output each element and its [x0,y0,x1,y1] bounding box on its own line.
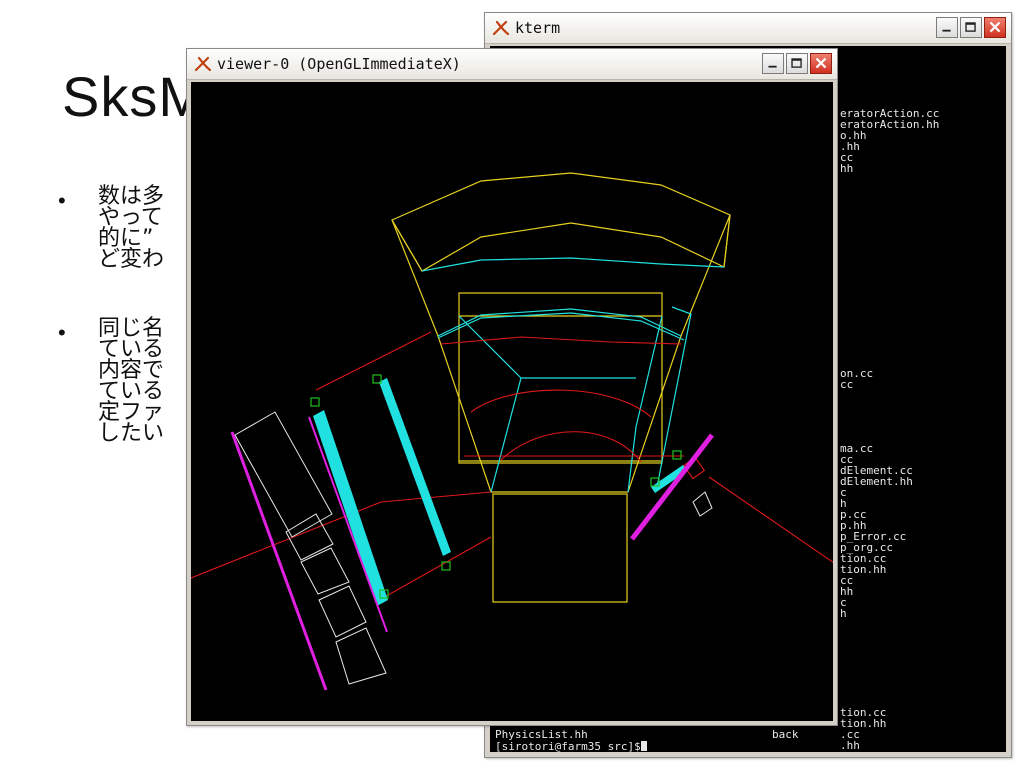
terminal-prompt[interactable]: [sirotori@farm35 src]$ [495,740,647,752]
close-icon [815,57,827,69]
detector-geometry [190,172,838,691]
minimize-icon [942,29,951,32]
terminal-file-entry: hh [840,162,854,175]
kterm-titlebar[interactable]: kterm [485,13,1011,44]
cyan-plane [313,410,388,606]
yellow-edge [391,214,731,272]
cyan-plane [379,378,451,556]
terminal-file-entry: h [840,607,847,620]
viewer-titlebar[interactable]: viewer-0 (OpenGLImmediateX) [187,49,837,80]
maximize-icon [965,22,976,32]
white-chamber [318,585,367,638]
viewer-title: viewer-0 (OpenGLImmediateX) [217,55,461,73]
terminal-cursor [640,741,647,751]
terminal-file-entry: .hh [840,739,860,752]
red-volumes [190,331,838,600]
red-arc [440,336,682,345]
slide-title: SksM [62,65,206,128]
close-button[interactable] [810,53,832,74]
cyan-arc [421,257,725,272]
cyan-edge [458,315,522,493]
close-button[interactable] [984,17,1006,38]
white-chamber [335,627,387,685]
red-arc [470,389,652,418]
maximize-button[interactable] [960,17,982,38]
terminal-file-entry: dElement.hh [840,475,913,488]
close-icon [989,21,1001,33]
white-chamber [692,491,713,517]
minimize-icon [768,65,777,68]
x-logo-icon [492,20,510,36]
maximize-icon [791,58,802,68]
bullet-symbol: • [58,320,66,345]
minimize-button[interactable] [936,17,958,38]
magenta-plane [630,433,714,541]
yellow-box [492,493,628,603]
red-arc [500,431,642,463]
bullet-symbol: • [58,188,66,213]
red-line [380,536,492,600]
kterm-title: kterm [515,19,561,37]
maximize-button[interactable] [786,53,808,74]
prompt-text: [sirotori@farm35 src]$ [495,740,641,752]
yellow-polygon [391,172,731,272]
green-marker [441,561,451,571]
white-chambers [234,411,713,685]
terminal-file-right: back [772,728,799,741]
cyan-arc [437,312,685,341]
minimize-button[interactable] [762,53,784,74]
white-chamber [300,547,350,595]
magenta-plane [230,431,328,691]
viewer-window[interactable]: viewer-0 (OpenGLImmediateX) [186,48,838,726]
terminal-file-entry: cc [840,378,854,391]
opengl-canvas[interactable] [190,82,838,721]
x-logo-icon [194,56,212,72]
white-chamber [234,411,333,538]
green-marker [310,397,320,407]
green-marker [672,450,682,460]
red-beam [708,476,838,566]
